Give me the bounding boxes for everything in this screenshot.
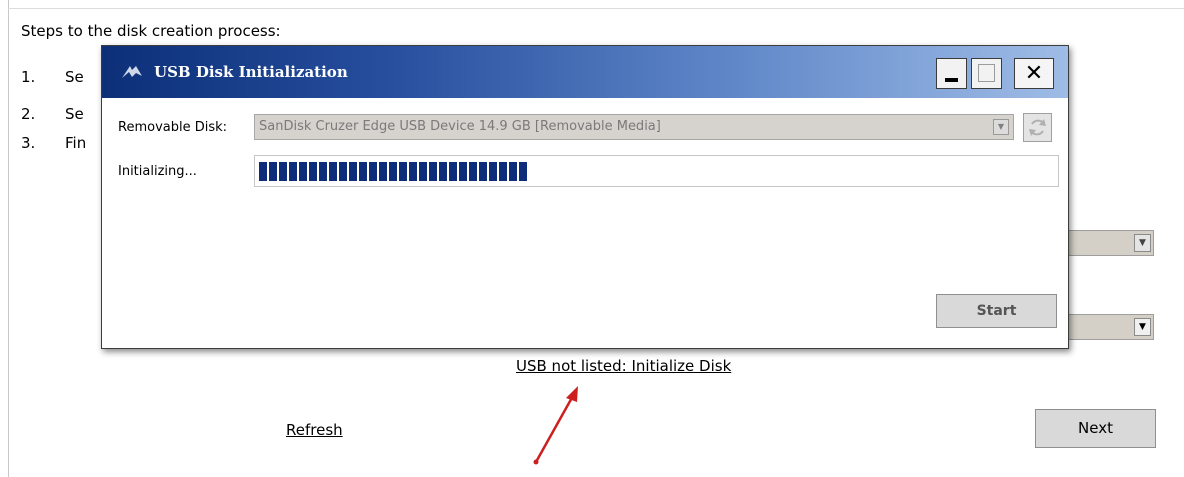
start-button[interactable]: Start: [936, 294, 1057, 328]
close-icon: ✕: [1024, 61, 1044, 86]
dropdown-arrow-icon[interactable]: ▼: [993, 119, 1009, 135]
step-3: 3. Fin: [21, 134, 86, 152]
dialog-titlebar[interactable]: USB Disk Initialization ✕: [102, 46, 1068, 98]
background-dropdown-1[interactable]: ▼: [1068, 230, 1154, 256]
step-text: Se: [65, 68, 84, 86]
refresh-icon: [1029, 119, 1046, 136]
dropdown-arrow-icon[interactable]: ▼: [1134, 234, 1151, 252]
minimize-icon: [945, 78, 958, 82]
background-dropdown-2[interactable]: ▼: [1068, 314, 1154, 340]
step-number: 2.: [21, 105, 36, 123]
refresh-disks-button[interactable]: [1023, 113, 1052, 142]
dialog-title: USB Disk Initialization: [154, 63, 348, 81]
step-text: Se: [65, 105, 84, 123]
status-label: Initializing...: [118, 164, 197, 179]
initialization-progress-bar: [254, 155, 1059, 187]
removable-disk-label: Removable Disk:: [118, 120, 228, 135]
annotation-arrow-icon: [533, 386, 578, 465]
refresh-link[interactable]: Refresh: [286, 421, 343, 439]
step-number: 1.: [21, 68, 36, 86]
next-button[interactable]: Next: [1035, 409, 1156, 448]
window-border-left: [8, 0, 9, 477]
step-2: 2. Se: [21, 105, 84, 123]
initialize-disk-link[interactable]: USB not listed: Initialize Disk: [516, 357, 731, 375]
progress-fill: [259, 162, 527, 181]
usb-disk-initialization-dialog: USB Disk Initialization ✕ Removable Disk…: [101, 45, 1069, 349]
close-button[interactable]: ✕: [1014, 58, 1054, 89]
dropdown-arrow-icon[interactable]: ▼: [1134, 318, 1151, 336]
steps-title: Steps to the disk creation process:: [21, 22, 281, 40]
window-border-top: [8, 8, 1184, 9]
minimize-button[interactable]: [936, 58, 967, 89]
app-logo-icon: [122, 66, 142, 78]
maximize-button[interactable]: [971, 58, 1002, 89]
step-number: 3.: [21, 134, 36, 152]
removable-disk-value: SanDisk Cruzer Edge USB Device 14.9 GB […: [259, 119, 661, 134]
removable-disk-select[interactable]: SanDisk Cruzer Edge USB Device 14.9 GB […: [254, 114, 1014, 140]
step-1: 1. Se: [21, 68, 84, 86]
step-text: Fin: [65, 134, 87, 152]
maximize-icon: [978, 64, 995, 82]
